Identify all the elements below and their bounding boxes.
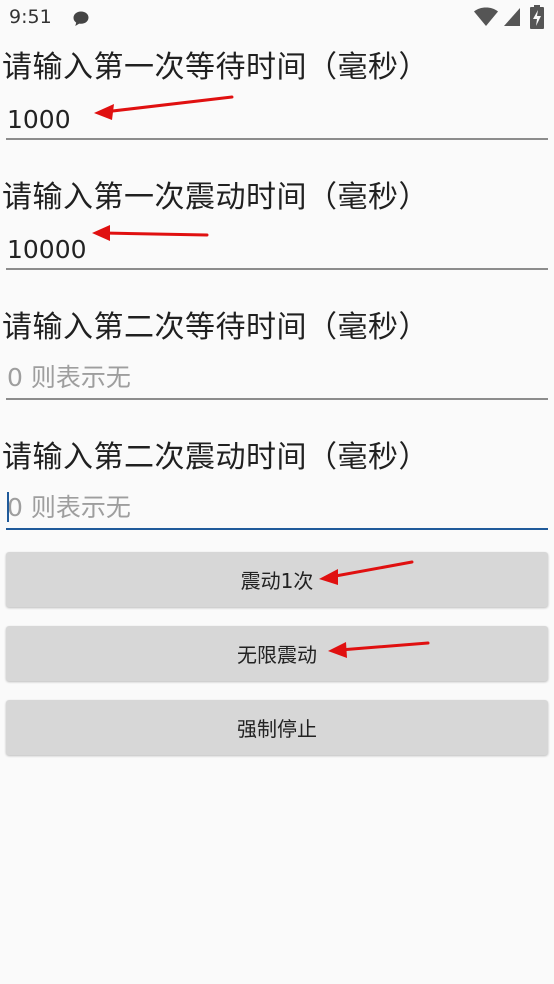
battery-charging-icon xyxy=(530,5,544,29)
status-bar: 9:51 xyxy=(0,0,554,38)
second-vibrate-time-label: 请输入第二次震动时间（毫秒） xyxy=(2,440,429,475)
text-cursor xyxy=(7,492,9,522)
status-clock: 9:51 xyxy=(9,6,52,28)
signal-icon xyxy=(504,8,520,26)
vibration-settings-screen: 9:51 请输入第一次等待时间（毫秒） 1000 请输入第一次震动时间（毫秒） … xyxy=(0,0,554,984)
first-vibrate-time-input[interactable]: 10000 xyxy=(6,226,548,270)
force-stop-button[interactable]: 强制停止 xyxy=(6,700,548,755)
second-vibrate-time-input[interactable]: 0 则表示无 xyxy=(6,486,548,530)
first-wait-time-input[interactable]: 1000 xyxy=(6,96,548,140)
vibrate-once-button[interactable]: 震动1次 xyxy=(6,552,548,607)
first-wait-time-value: 1000 xyxy=(7,105,71,134)
first-vibrate-time-label: 请输入第一次震动时间（毫秒） xyxy=(2,180,429,215)
second-wait-time-input[interactable]: 0 则表示无 xyxy=(6,356,548,400)
message-icon xyxy=(73,11,89,26)
second-wait-time-placeholder: 0 则表示无 xyxy=(7,363,131,392)
wifi-icon xyxy=(474,7,498,26)
first-vibrate-time-value: 10000 xyxy=(7,235,87,264)
vibrate-infinite-button[interactable]: 无限震动 xyxy=(6,626,548,681)
first-wait-time-label: 请输入第一次等待时间（毫秒） xyxy=(2,50,429,85)
second-wait-time-label: 请输入第二次等待时间（毫秒） xyxy=(2,310,429,345)
second-vibrate-time-placeholder: 0 则表示无 xyxy=(7,493,131,522)
